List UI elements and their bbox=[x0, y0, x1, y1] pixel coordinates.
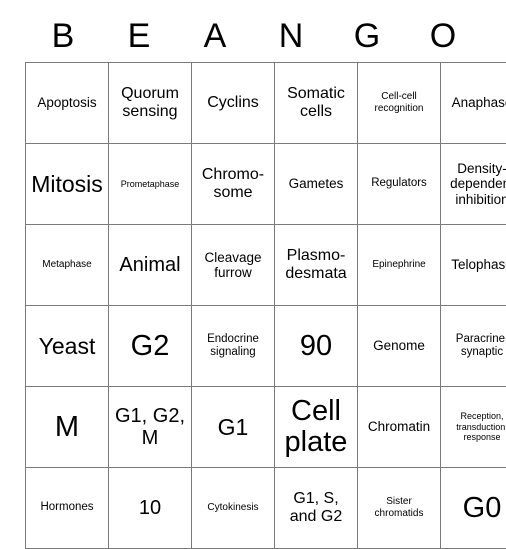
bingo-cell-r6c1[interactable]: Hormones bbox=[26, 468, 109, 549]
bingo-row: Hormones 10 Cytokinesis G1, S, and G2 Sister… bbox=[26, 468, 506, 549]
bingo-cell-label: Paracrine, synaptic bbox=[444, 333, 506, 359]
bingo-cell-label: Epinephrine bbox=[361, 259, 437, 271]
bingo-cell-r3c1[interactable]: Metaphase bbox=[26, 225, 109, 306]
bingo-cell-r6c6[interactable]: G0 bbox=[441, 468, 506, 549]
bingo-cell-r6c4[interactable]: G1, S, and G2 bbox=[275, 468, 358, 549]
bingo-cell-r5c6[interactable]: Reception, transduction, response bbox=[441, 387, 506, 468]
bingo-cell-r4c1[interactable]: Yeast bbox=[26, 306, 109, 387]
bingo-cell-r4c2[interactable]: G2 bbox=[109, 306, 192, 387]
bingo-cell-label: M bbox=[29, 412, 105, 443]
bingo-cell-label: Gametes bbox=[278, 176, 354, 191]
bingo-cell-label: G1 bbox=[195, 415, 271, 440]
bingo-card: BEANGO Apoptosis Quorum sensing Cyclins Som… bbox=[25, 10, 481, 549]
bingo-cell-r5c4[interactable]: Cell plate bbox=[275, 387, 358, 468]
bingo-cell-r3c3[interactable]: Cleavage furrow bbox=[192, 225, 275, 306]
bingo-cell-r3c5[interactable]: Epinephrine bbox=[358, 225, 441, 306]
bingo-cell-r2c5[interactable]: Regulators bbox=[358, 144, 441, 225]
bingo-cell-r2c4[interactable]: Gametes bbox=[275, 144, 358, 225]
bingo-cell-r2c1[interactable]: Mitosis bbox=[26, 144, 109, 225]
bingo-cell-label: Prometaphase bbox=[112, 179, 188, 190]
bingo-cell-label: Animal bbox=[112, 254, 188, 276]
bingo-cell-r5c2[interactable]: G1, G2, M bbox=[109, 387, 192, 468]
bingo-cell-r6c3[interactable]: Cytokinesis bbox=[192, 468, 275, 549]
bingo-cell-r1c4[interactable]: Somatic cells bbox=[275, 63, 358, 144]
bingo-header-letter-b: B bbox=[25, 10, 101, 62]
bingo-row: Apoptosis Quorum sensing Cyclins Somatic ce… bbox=[26, 63, 506, 144]
bingo-cell-label: Somatic cells bbox=[278, 85, 354, 121]
bingo-cell-label: Cell-cell recognition bbox=[361, 91, 437, 115]
bingo-cell-label: Reception, transduction, response bbox=[444, 411, 506, 443]
bingo-cell-label: Sister chromatids bbox=[361, 496, 437, 520]
bingo-row: Mitosis Prometaphase Chromo-some Gametes Reg… bbox=[26, 144, 506, 225]
bingo-cell-r1c5[interactable]: Cell-cell recognition bbox=[358, 63, 441, 144]
bingo-cell-label: 10 bbox=[112, 497, 188, 519]
bingo-cell-r2c6[interactable]: Density-dependent inhibition bbox=[441, 144, 506, 225]
bingo-cell-r2c2[interactable]: Prometaphase bbox=[109, 144, 192, 225]
bingo-cell-label: G0 bbox=[444, 493, 506, 524]
bingo-header-letter-o: O bbox=[405, 10, 481, 62]
bingo-cell-label: Yeast bbox=[29, 334, 105, 359]
bingo-cell-label: Metaphase bbox=[29, 259, 105, 271]
bingo-cell-label: Plasmo-desmata bbox=[278, 247, 354, 283]
bingo-cell-label: Chromatin bbox=[361, 419, 437, 434]
bingo-cell-r4c3[interactable]: Endocrine signaling bbox=[192, 306, 275, 387]
bingo-cell-r3c2[interactable]: Animal bbox=[109, 225, 192, 306]
bingo-cell-label: Chromo-some bbox=[195, 166, 271, 202]
bingo-cell-label: Anaphase bbox=[444, 95, 506, 110]
bingo-cell-label: Cyclins bbox=[195, 94, 271, 112]
bingo-cell-label: Cell plate bbox=[278, 396, 354, 457]
bingo-cell-label: Density-dependent inhibition bbox=[444, 161, 506, 207]
bingo-cell-label: Quorum sensing bbox=[112, 85, 188, 121]
bingo-cell-label: Cleavage furrow bbox=[195, 250, 271, 281]
bingo-cell-r3c6[interactable]: Telophase bbox=[441, 225, 506, 306]
bingo-cell-label: G2 bbox=[112, 331, 188, 362]
bingo-cell-r1c3[interactable]: Cyclins bbox=[192, 63, 275, 144]
bingo-cell-label: Endocrine signaling bbox=[195, 333, 271, 359]
bingo-header-letter-a: A bbox=[177, 10, 253, 62]
bingo-cell-r6c2[interactable]: 10 bbox=[109, 468, 192, 549]
bingo-cell-r6c5[interactable]: Sister chromatids bbox=[358, 468, 441, 549]
bingo-cell-label: G1, S, and G2 bbox=[278, 490, 354, 526]
bingo-row: Yeast G2 Endocrine signaling 90 Genome Paracr… bbox=[26, 306, 506, 387]
bingo-cell-label: Cytokinesis bbox=[195, 502, 271, 514]
bingo-header-row: BEANGO bbox=[25, 10, 481, 62]
bingo-row: Metaphase Animal Cleavage furrowPlasmo-des… bbox=[26, 225, 506, 306]
bingo-grid-body: Apoptosis Quorum sensing Cyclins Somatic ce… bbox=[26, 63, 506, 549]
bingo-cell-label: Mitosis bbox=[29, 172, 105, 197]
bingo-cell-label: Genome bbox=[361, 338, 437, 353]
bingo-cell-label: Regulators bbox=[361, 177, 437, 190]
bingo-cell-label: Apoptosis bbox=[29, 95, 105, 110]
bingo-header-letter-g: G bbox=[329, 10, 405, 62]
bingo-cell-label: 90 bbox=[278, 331, 354, 362]
bingo-cell-r2c3[interactable]: Chromo-some bbox=[192, 144, 275, 225]
bingo-header-letter-e: E bbox=[101, 10, 177, 62]
bingo-cell-r4c5[interactable]: Genome bbox=[358, 306, 441, 387]
bingo-cell-label: Telophase bbox=[444, 257, 506, 272]
bingo-cell-r4c4[interactable]: 90 bbox=[275, 306, 358, 387]
bingo-header-letter-n: N bbox=[253, 10, 329, 62]
bingo-row: MG1, G2, M G1 Cell plate Chromatin Reception… bbox=[26, 387, 506, 468]
bingo-cell-r1c1[interactable]: Apoptosis bbox=[26, 63, 109, 144]
bingo-grid: Apoptosis Quorum sensing Cyclins Somatic ce… bbox=[25, 62, 506, 549]
bingo-cell-r1c2[interactable]: Quorum sensing bbox=[109, 63, 192, 144]
bingo-cell-label: Hormones bbox=[29, 501, 105, 514]
bingo-cell-r4c6[interactable]: Paracrine, synaptic bbox=[441, 306, 506, 387]
bingo-cell-r5c5[interactable]: Chromatin bbox=[358, 387, 441, 468]
bingo-cell-r1c6[interactable]: Anaphase bbox=[441, 63, 506, 144]
bingo-cell-r3c4[interactable]: Plasmo-desmata bbox=[275, 225, 358, 306]
bingo-cell-label: G1, G2, M bbox=[112, 405, 188, 449]
bingo-cell-r5c1[interactable]: M bbox=[26, 387, 109, 468]
bingo-cell-r5c3[interactable]: G1 bbox=[192, 387, 275, 468]
